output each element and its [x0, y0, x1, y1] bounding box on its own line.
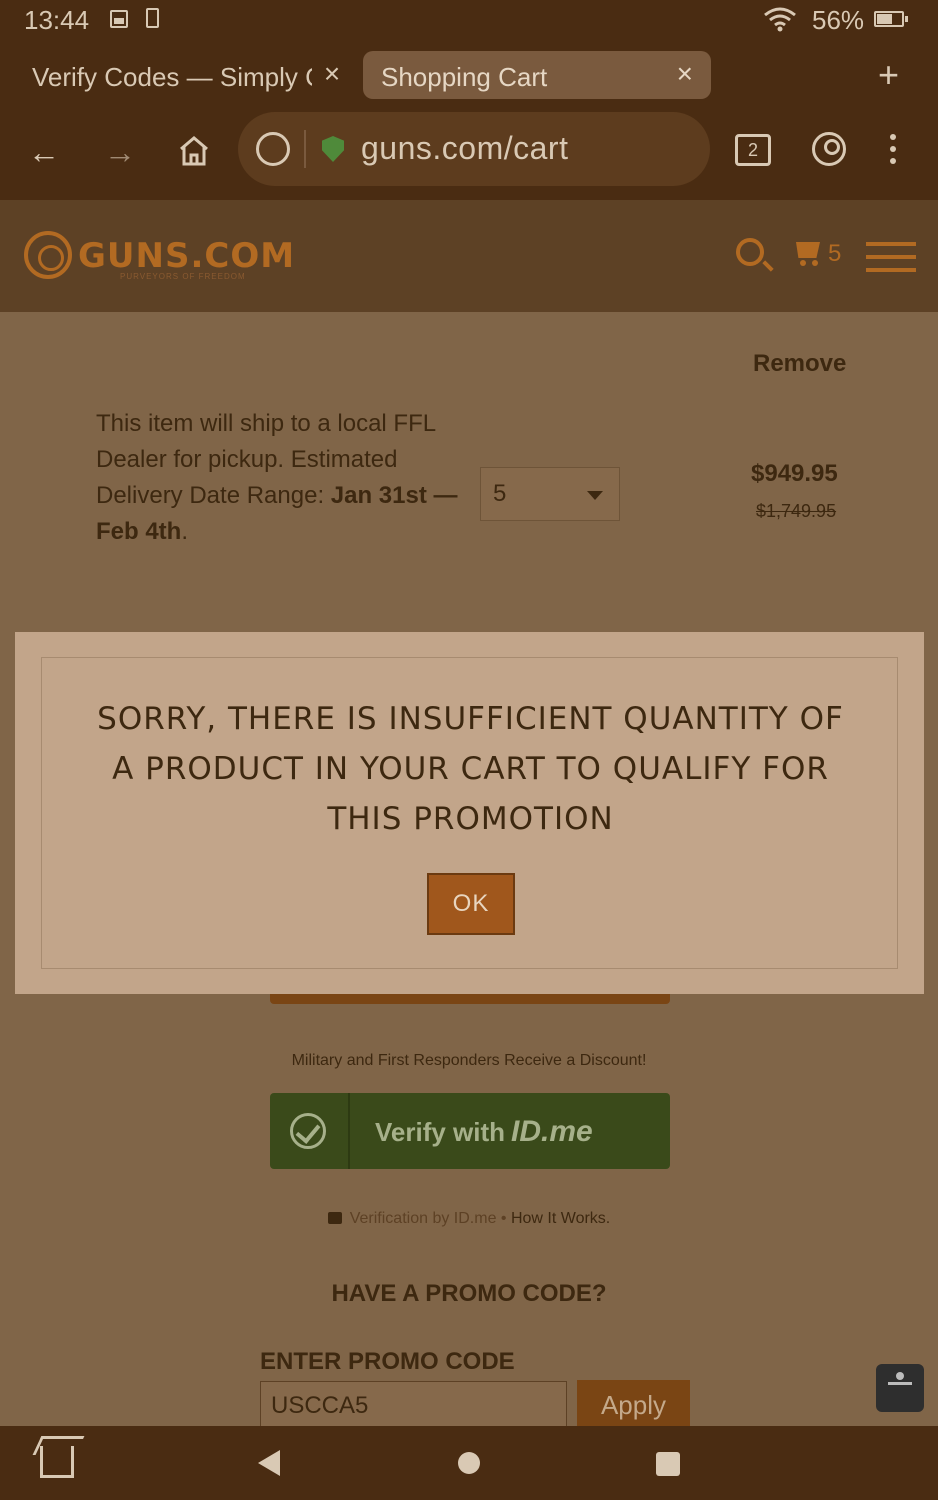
how-it-works-link[interactable]: How It Works.: [511, 1210, 610, 1227]
site-header: GUNS.COM PURVEYORS OF FREEDOM 5: [0, 200, 938, 312]
cart-count-badge[interactable]: 5: [828, 240, 841, 268]
tab-shopping-cart[interactable]: Shopping Cart ×: [363, 51, 711, 99]
promo-heading: HAVE A PROMO CODE?: [331, 1280, 607, 1307]
quantity-select[interactable]: 5: [480, 467, 620, 521]
discount-notice: Military and First Responders Receive a …: [291, 1052, 647, 1069]
promo-error-dialog: SORRY, THERE IS INSUFFICIENT QUANTITY OF…: [15, 632, 924, 994]
idme-brand: ID.me: [511, 1115, 593, 1148]
back-arrow-icon[interactable]: ←: [28, 134, 60, 171]
quantity-value: 5: [493, 480, 507, 507]
dialog-frame: SORRY, THERE IS INSUFFICIENT QUANTITY OF…: [41, 657, 898, 969]
nav-recents-icon[interactable]: [656, 1452, 680, 1476]
tab-switcher-button[interactable]: 2: [735, 134, 771, 166]
ok-button[interactable]: OK: [427, 873, 515, 935]
forward-arrow-icon[interactable]: →: [104, 134, 136, 171]
apply-button[interactable]: Apply: [577, 1380, 690, 1430]
profile-icon[interactable]: [812, 132, 846, 166]
battery-icon: [874, 11, 908, 27]
accessibility-icon[interactable]: [876, 1364, 924, 1412]
promo-code-input[interactable]: [260, 1381, 567, 1431]
check-circle-icon: [290, 1113, 326, 1149]
chevron-down-icon: [587, 491, 603, 500]
verification-note: Verification by ID.me • How It Works.: [0, 1210, 938, 1228]
tab-verify-codes[interactable]: Verify Codes — Simply Co: [32, 62, 312, 93]
battery-percent: 56%: [812, 5, 865, 35]
nav-back-icon[interactable]: [258, 1450, 280, 1476]
remove-item-link[interactable]: Remove: [753, 350, 846, 378]
secure-shield-icon: [322, 136, 344, 162]
divider: [304, 130, 306, 168]
address-bar[interactable]: guns.com/cart: [238, 112, 710, 186]
hamburger-menu-icon[interactable]: [866, 242, 916, 281]
lock-icon: [327, 1212, 342, 1224]
site-logo[interactable]: GUNS.COM: [78, 236, 295, 276]
home-icon[interactable]: [178, 136, 210, 166]
system-nav-bar: [0, 1426, 938, 1500]
close-tab-icon[interactable]: ×: [320, 58, 344, 90]
new-tab-icon[interactable]: +: [878, 54, 899, 96]
nav-home-icon[interactable]: [458, 1452, 480, 1474]
status-bar: 13:44 56%: [0, 0, 938, 40]
launcher-icon[interactable]: [40, 1446, 74, 1478]
tab-label: Shopping Cart: [381, 62, 548, 92]
verify-idme-button[interactable]: Verify with ID.me: [270, 1093, 670, 1169]
wifi-icon: [764, 7, 796, 32]
cart-icon[interactable]: [792, 240, 822, 266]
item-price: $949.95: [751, 460, 838, 487]
shipping-info: This item will ship to a local FFL Deale…: [96, 410, 458, 545]
original-price: $1,749.95: [756, 501, 837, 521]
dialog-message: SORRY, THERE IS INSUFFICIENT QUANTITY OF…: [97, 701, 844, 837]
browser-toolbar: ← → guns.com/cart 2: [0, 110, 938, 200]
search-icon[interactable]: [736, 238, 764, 266]
url-text: guns.com/cart: [361, 130, 569, 166]
verify-label: Verify with ID.me: [375, 1115, 593, 1148]
status-time: 13:44: [24, 5, 90, 35]
overflow-menu-icon[interactable]: [890, 134, 900, 170]
logo-emblem-icon[interactable]: [24, 231, 72, 279]
site-info-icon[interactable]: [256, 132, 290, 166]
gallery-notification-icon: [110, 10, 128, 28]
promo-label: ENTER PROMO CODE: [260, 1348, 515, 1375]
phone-notification-icon: [146, 8, 159, 28]
site-tagline: PURVEYORS OF FREEDOM: [120, 272, 246, 281]
close-tab-icon[interactable]: ×: [677, 58, 693, 90]
divider: [348, 1093, 350, 1169]
tab-strip: Verify Codes — Simply Co × Shopping Cart…: [0, 40, 938, 110]
